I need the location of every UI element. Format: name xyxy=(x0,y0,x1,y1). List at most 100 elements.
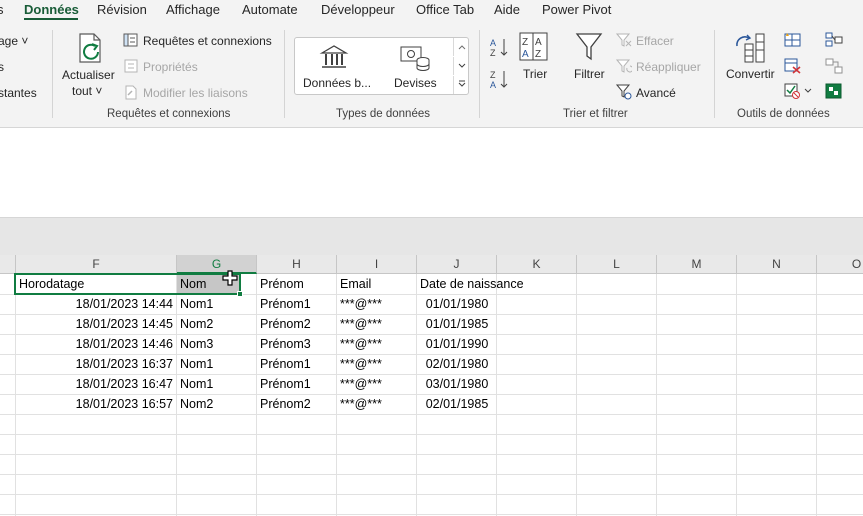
data-tools-group-label: Outils de données xyxy=(737,108,830,120)
cell-j1[interactable]: Date de naissance xyxy=(417,274,567,294)
table-cell[interactable]: 18/01/2023 16:47 xyxy=(16,374,176,394)
table-cell[interactable]: Nom2 xyxy=(177,394,256,414)
table-cell[interactable]: 18/01/2023 14:44 xyxy=(16,294,176,314)
edit-links-button[interactable]: Modifier les liaisons xyxy=(143,86,248,100)
sort-button[interactable]: Trier xyxy=(523,67,547,81)
properties-button[interactable]: Propriétés xyxy=(143,60,198,74)
partial-item-3[interactable]: stantes xyxy=(0,86,37,100)
reapply-button[interactable]: Réappliquer xyxy=(636,60,701,74)
gridline xyxy=(656,274,657,516)
tab-revision[interactable]: Révision xyxy=(97,2,147,17)
table-cell[interactable]: Prénom2 xyxy=(257,394,336,414)
refresh-all-button[interactable] xyxy=(76,32,106,71)
column-header-i[interactable]: I xyxy=(337,255,417,274)
gridline xyxy=(0,434,863,435)
table-cell[interactable]: 18/01/2023 16:57 xyxy=(16,394,176,414)
text-to-columns-icon xyxy=(735,32,767,69)
sort-ascending-icon: AZ xyxy=(490,38,508,58)
tab-donnees[interactable]: Données xyxy=(24,2,79,17)
refresh-all-label-1[interactable]: Actualiser xyxy=(62,68,115,82)
data-validation-icon xyxy=(784,83,812,99)
formula-area xyxy=(0,131,863,217)
convert-button[interactable]: Convertir xyxy=(726,67,775,81)
table-cell[interactable]: Prénom3 xyxy=(257,334,336,354)
queries-connections-button[interactable]: Requêtes et connexions xyxy=(143,34,272,48)
sort-za-button[interactable]: ZA xyxy=(489,68,511,95)
stocks-button[interactable]: Données b... xyxy=(303,76,371,90)
table-cell[interactable]: Nom1 xyxy=(177,374,256,394)
manage-data-model-button[interactable] xyxy=(825,83,843,104)
data-validation-button[interactable] xyxy=(784,83,814,104)
table-cell[interactable]: ***@*** xyxy=(337,314,416,334)
column-header-m[interactable]: M xyxy=(657,255,737,274)
column-header-f[interactable]: F xyxy=(16,255,177,274)
tab-aide[interactable]: Aide xyxy=(494,2,520,17)
currencies-button[interactable]: Devises xyxy=(394,76,437,90)
table-cell[interactable]: Nom1 xyxy=(177,294,256,314)
table-cell[interactable]: 01/01/1980 xyxy=(417,294,497,314)
tab-power-pivot[interactable]: Power Pivot xyxy=(542,2,611,17)
sort-dialog-icon: ZAAZ xyxy=(519,32,549,67)
consolidate-icon xyxy=(825,32,843,47)
ribbon: age ˅ s stantes Actualiser tout ˅ Requêt… xyxy=(0,20,863,128)
table-cell[interactable]: Nom2 xyxy=(177,314,256,334)
column-header-k[interactable]: K xyxy=(497,255,577,274)
filter-button[interactable]: Filtrer xyxy=(574,67,605,81)
table-cell[interactable]: ***@*** xyxy=(337,294,416,314)
table-cell[interactable]: 03/01/1980 xyxy=(417,374,497,394)
gridline xyxy=(736,274,737,516)
column-header-partial[interactable] xyxy=(0,255,16,274)
table-cell[interactable]: Nom3 xyxy=(177,334,256,354)
tab-developpeur[interactable]: Développeur xyxy=(321,2,395,17)
stocks-icon xyxy=(319,44,349,75)
active-cell-border xyxy=(14,273,241,295)
tab-partial[interactable]: s xyxy=(0,2,4,17)
column-header-h[interactable]: H xyxy=(257,255,337,274)
cell-i1[interactable]: Email xyxy=(337,274,416,294)
remove-duplicates-icon xyxy=(784,58,801,74)
sort-az-button[interactable]: AZ xyxy=(489,36,511,63)
flash-fill-icon xyxy=(784,33,801,47)
remove-duplicates-button[interactable] xyxy=(784,58,802,79)
table-cell[interactable]: Prénom1 xyxy=(257,294,336,314)
consolidate-button[interactable] xyxy=(825,32,843,53)
table-cell[interactable]: Nom1 xyxy=(177,354,256,374)
table-cell[interactable]: 18/01/2023 14:45 xyxy=(16,314,176,334)
column-header-l[interactable]: L xyxy=(577,255,657,274)
gallery-up-button[interactable] xyxy=(453,38,469,56)
table-cell[interactable]: ***@*** xyxy=(337,334,416,354)
column-header-g[interactable]: G xyxy=(177,255,257,274)
tab-office-tab[interactable]: Office Tab xyxy=(416,2,474,17)
gallery-more-button[interactable] xyxy=(453,76,469,94)
column-header-j[interactable]: J xyxy=(417,255,497,274)
svg-text:Z: Z xyxy=(490,48,496,58)
table-cell[interactable]: ***@*** xyxy=(337,374,416,394)
move-cursor-icon xyxy=(222,270,238,293)
table-cell[interactable]: 02/01/1985 xyxy=(417,394,497,414)
edit-links-icon xyxy=(124,85,138,105)
tab-affichage[interactable]: Affichage xyxy=(166,2,220,17)
table-cell[interactable]: Prénom2 xyxy=(257,314,336,334)
clear-button[interactable]: Effacer xyxy=(636,34,674,48)
relationships-button[interactable] xyxy=(825,58,843,79)
partial-item-2[interactable]: s xyxy=(0,60,4,74)
table-cell[interactable]: 18/01/2023 16:37 xyxy=(16,354,176,374)
column-header-n[interactable]: N xyxy=(737,255,817,274)
table-cell[interactable]: 01/01/1990 xyxy=(417,334,497,354)
cell-h1[interactable]: Prénom xyxy=(257,274,336,294)
flash-fill-button[interactable] xyxy=(784,32,802,53)
refresh-all-label-2[interactable]: tout ˅ xyxy=(72,84,102,98)
table-cell[interactable]: ***@*** xyxy=(337,354,416,374)
table-cell[interactable]: ***@*** xyxy=(337,394,416,414)
partial-item-1[interactable]: age ˅ xyxy=(0,34,28,48)
table-cell[interactable]: Prénom1 xyxy=(257,354,336,374)
table-cell[interactable]: Prénom1 xyxy=(257,374,336,394)
table-cell[interactable]: 01/01/1985 xyxy=(417,314,497,334)
gridline xyxy=(0,414,863,415)
advanced-button[interactable]: Avancé xyxy=(636,86,676,100)
column-header-o[interactable]: O xyxy=(817,255,863,274)
tab-automate[interactable]: Automate xyxy=(242,2,298,17)
table-cell[interactable]: 02/01/1980 xyxy=(417,354,497,374)
table-cell[interactable]: 18/01/2023 14:46 xyxy=(16,334,176,354)
gallery-down-button[interactable] xyxy=(453,57,469,75)
